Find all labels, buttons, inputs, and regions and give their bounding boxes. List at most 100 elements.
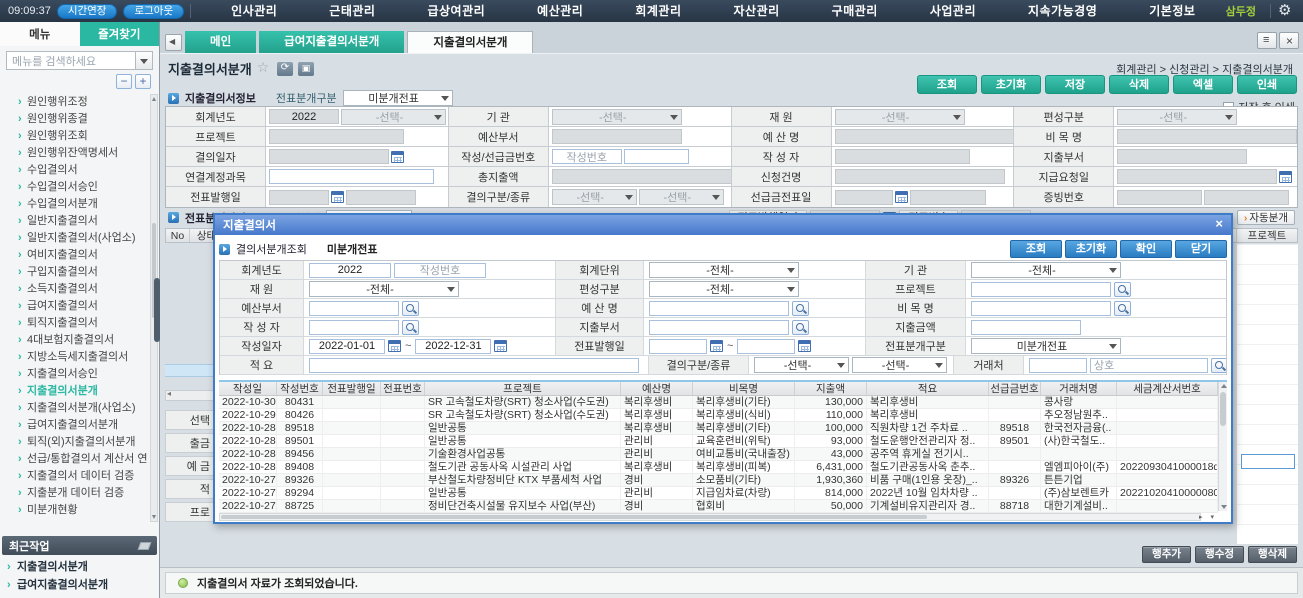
fund-select[interactable]: -선택- bbox=[835, 109, 965, 125]
calendar-icon[interactable] bbox=[710, 340, 723, 352]
sidebar-menu-item[interactable]: 지출결의서분개(사업소) bbox=[0, 400, 150, 417]
popup-icon[interactable] bbox=[298, 62, 314, 76]
modal-button[interactable]: 초기화 bbox=[1065, 240, 1117, 258]
gear-icon[interactable] bbox=[1277, 2, 1295, 20]
toolbar-button[interactable]: 저장 bbox=[1045, 75, 1105, 94]
expense-dept-input[interactable] bbox=[1117, 149, 1247, 164]
modal-decision-kind-select[interactable]: -선택- bbox=[852, 357, 947, 373]
org-select[interactable]: -선택- bbox=[552, 109, 682, 125]
calendar-icon[interactable] bbox=[798, 340, 811, 352]
window-menu-icon[interactable] bbox=[1257, 32, 1277, 49]
decision-date-input[interactable] bbox=[269, 149, 389, 164]
date-from-input[interactable]: 2022-01-01 bbox=[309, 339, 385, 354]
extend-time-button[interactable]: 시간연장 bbox=[57, 4, 118, 19]
top-menu-item[interactable]: 자산관리 bbox=[708, 0, 806, 22]
modal-year-input[interactable]: 2022 bbox=[309, 263, 391, 278]
search-icon[interactable] bbox=[1114, 301, 1131, 316]
sidebar-menu-item[interactable]: 원인행위종결 bbox=[0, 111, 150, 128]
item-name-input[interactable] bbox=[1117, 129, 1297, 144]
scrollbar-thumb[interactable] bbox=[1220, 392, 1226, 426]
grid-hscrollbar[interactable] bbox=[165, 390, 214, 401]
evidence-input-1[interactable] bbox=[1117, 190, 1202, 205]
table-hscrollbar[interactable] bbox=[219, 513, 1201, 521]
table-row[interactable]: 2022-10-2788725 정비단건축시설물 유지보수 사업(부산)경비 협… bbox=[219, 500, 1218, 513]
top-menu-item[interactable]: 급상여관리 bbox=[401, 0, 511, 22]
sidebar-menu-item[interactable]: 구입지출결의서 bbox=[0, 264, 150, 281]
top-menu-item[interactable]: 인사관리 bbox=[205, 0, 303, 22]
modal-button[interactable]: 닫기 bbox=[1175, 240, 1227, 258]
table-row[interactable]: 2022-10-3080431 SR 고속철도차량(SRT) 청소사업(수도권)… bbox=[219, 396, 1218, 409]
decision-type-select[interactable]: -선택- bbox=[552, 189, 637, 205]
sidebar-menu-item[interactable]: 일반지출결의서 bbox=[0, 213, 150, 230]
tab[interactable]: 급여지출결의서분개 bbox=[259, 31, 404, 53]
issue-date-input[interactable] bbox=[269, 190, 329, 205]
calendar-icon[interactable] bbox=[331, 191, 344, 203]
total-expense-input[interactable] bbox=[552, 169, 732, 184]
modal-project-input[interactable] bbox=[971, 282, 1111, 297]
sidebar-menu-item[interactable]: 수입결의서분개 bbox=[0, 196, 150, 213]
top-menu-item[interactable]: 지속가능경영 bbox=[1002, 0, 1123, 22]
modal-budget-name-input[interactable] bbox=[649, 301, 789, 316]
issue-from-input[interactable] bbox=[649, 339, 707, 354]
modal-item-name-input[interactable] bbox=[971, 301, 1111, 316]
table-row[interactable]: 2022-10-2789294 일반공통관리비 지급임차료(차량)814,000… bbox=[219, 487, 1218, 500]
modal-writer-input[interactable] bbox=[309, 320, 399, 335]
budget-name-input[interactable] bbox=[835, 129, 1015, 144]
table-row[interactable]: 2022-10-2889408 철도기관 공동사옥 시설관리 사업복리후생비 복… bbox=[219, 461, 1218, 474]
vendor-code-input[interactable] bbox=[1029, 358, 1087, 373]
selected-grid-row[interactable] bbox=[165, 364, 214, 377]
sidebar-menu-item[interactable]: 원인행위조정 bbox=[0, 94, 150, 111]
sidebar-menu-item[interactable]: 퇴직지출결의서 bbox=[0, 315, 150, 332]
row-action-button[interactable]: 행삭제 bbox=[1248, 546, 1297, 563]
search-icon[interactable] bbox=[1114, 282, 1131, 297]
tab[interactable]: 지출결의서분개 bbox=[407, 31, 533, 53]
modal-decision-type-select[interactable]: -선택- bbox=[754, 357, 849, 373]
sidebar-menu-item[interactable]: 일반지출결의서(사업소) bbox=[0, 230, 150, 247]
calendar-icon[interactable] bbox=[391, 151, 404, 163]
search-icon[interactable] bbox=[402, 320, 419, 335]
top-menu-item[interactable]: 회계관리 bbox=[609, 0, 707, 22]
modal-budget-type-select[interactable]: -전체- bbox=[649, 281, 799, 297]
evidence-input-2[interactable] bbox=[1204, 190, 1289, 205]
scrollbar-thumb[interactable] bbox=[221, 515, 927, 519]
recent-task-item[interactable]: 지출결의서분개 bbox=[2, 558, 157, 576]
modal-fund-select[interactable]: -전체- bbox=[309, 281, 459, 297]
sidebar-menu-item[interactable]: 지출결의서분개 bbox=[0, 383, 150, 400]
sidebar-menu-item[interactable]: 지방소득세지출결의서 bbox=[0, 349, 150, 366]
sidebar-splitter-handle[interactable] bbox=[154, 278, 160, 342]
budget-dept-input[interactable] bbox=[552, 129, 682, 144]
modal-button[interactable]: 조회 bbox=[1010, 240, 1062, 258]
vendor-name-input[interactable]: 상호 bbox=[1090, 358, 1208, 373]
modal-dept-input[interactable] bbox=[649, 320, 789, 335]
tab-scroll-left-icon[interactable] bbox=[165, 34, 182, 51]
top-menu-item[interactable]: 기본정보 bbox=[1123, 0, 1221, 22]
sidebar-menu-item[interactable]: 퇴직(외)지출결의서분개 bbox=[0, 434, 150, 451]
scroll-corner-icons[interactable] bbox=[1199, 513, 1217, 521]
sidebar-menu-item[interactable]: 수입결의서 bbox=[0, 162, 150, 179]
logout-button[interactable]: 로그아웃 bbox=[123, 4, 184, 19]
budget-type-select[interactable]: -선택- bbox=[1117, 109, 1237, 125]
toolbar-button[interactable]: 초기화 bbox=[981, 75, 1041, 94]
table-vscrollbar[interactable] bbox=[1218, 382, 1227, 511]
toolbar-button[interactable]: 엑셀 bbox=[1173, 75, 1233, 94]
auto-journalize-button[interactable]: 자동분개 bbox=[1237, 210, 1295, 225]
search-icon[interactable] bbox=[402, 301, 419, 316]
calendar-icon[interactable] bbox=[895, 191, 908, 203]
sidebar-menu-item[interactable]: 지출결의서승인 bbox=[0, 366, 150, 383]
toolbar-button[interactable]: 인쇄 bbox=[1237, 75, 1297, 94]
sidebar-menu-item[interactable]: 원인행위조회 bbox=[0, 128, 150, 145]
expand-all-button[interactable] bbox=[135, 74, 151, 89]
search-icon[interactable] bbox=[792, 320, 809, 335]
top-menu-item[interactable]: 구매관리 bbox=[806, 0, 904, 22]
memo-input[interactable] bbox=[309, 358, 639, 373]
modal-budget-dept-input[interactable] bbox=[309, 301, 399, 316]
advance-no-input[interactable] bbox=[624, 149, 689, 164]
table-row[interactable]: 2022-10-2889518 일반공통복리후생비 복리후생비(기타)100,0… bbox=[219, 422, 1218, 435]
pay-date-input[interactable] bbox=[1117, 169, 1277, 184]
sidebar-menu-item[interactable]: 수입결의서승인 bbox=[0, 179, 150, 196]
modal-amount-input[interactable] bbox=[971, 320, 1081, 335]
slip-divide-select[interactable]: 미분개전표 bbox=[971, 338, 1121, 354]
tab[interactable]: 메인 bbox=[185, 31, 256, 53]
toolbar-button[interactable]: 삭제 bbox=[1109, 75, 1169, 94]
close-icon[interactable] bbox=[1209, 218, 1223, 232]
